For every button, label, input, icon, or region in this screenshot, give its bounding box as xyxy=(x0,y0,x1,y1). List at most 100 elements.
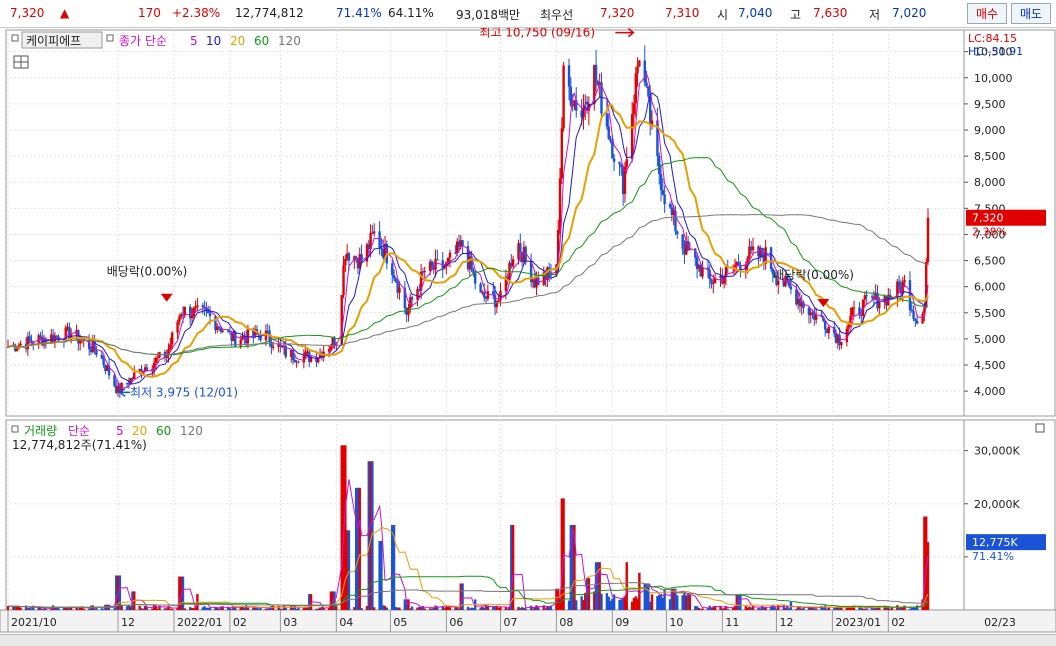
trade-volume: 12,774,812 xyxy=(235,6,304,20)
candle-body xyxy=(926,217,930,262)
candle-body xyxy=(133,372,136,379)
candle-body xyxy=(196,305,199,307)
candle-body xyxy=(908,280,912,310)
open-label: 시 xyxy=(717,8,729,22)
x-tick-label: 11 xyxy=(725,616,739,629)
volume-current-label: 12,774,812주(71.41%) xyxy=(12,438,147,452)
legend-box-icon xyxy=(11,425,19,433)
high-label: 고 xyxy=(790,8,802,22)
candle-body xyxy=(865,295,868,297)
candle-body xyxy=(217,326,221,328)
volume-bar xyxy=(19,607,22,610)
x-tick-label: 10 xyxy=(669,616,683,629)
y-tick-label: 8,000 xyxy=(974,176,1006,189)
y-tick-label: 4,000 xyxy=(974,385,1006,398)
candle-body xyxy=(39,335,42,337)
candle-body xyxy=(495,301,499,308)
stock-chart[interactable]: 2021/10 12 2022/01 02 03 04 05 06 07 08 09 10 11 12 20… xyxy=(0,28,1056,634)
candle-body xyxy=(342,265,345,296)
volume-bar xyxy=(600,593,603,610)
high-price: 7,630 xyxy=(813,6,848,20)
x-tick-label: 08 xyxy=(559,616,573,629)
volume-bar xyxy=(625,562,628,610)
candle-body xyxy=(712,283,715,285)
candle-body xyxy=(668,204,672,208)
volume-bar xyxy=(120,605,123,610)
legend-box-icon xyxy=(11,34,19,42)
up-arrow-icon: ▲ xyxy=(60,6,70,20)
volume-bar xyxy=(537,607,540,610)
ma-period-label: 10 xyxy=(206,34,221,48)
buy-button[interactable]: 매수 xyxy=(967,3,1007,24)
vol-ma-period-label: 60 xyxy=(156,424,171,438)
candle-body xyxy=(398,287,401,293)
vol-tick-label: 20,000K xyxy=(974,498,1020,511)
current-price: 7,320 xyxy=(10,6,45,20)
volume-bar xyxy=(44,608,48,610)
x-tick-label: 2021/10 xyxy=(11,616,57,629)
volume-bar xyxy=(587,578,591,610)
candle-body xyxy=(394,278,398,282)
candle-body xyxy=(15,348,19,351)
candle-body xyxy=(327,349,331,352)
volume-bar xyxy=(208,607,212,610)
candle-body xyxy=(636,66,639,74)
candle-body xyxy=(647,86,650,97)
x-tick-label: 07 xyxy=(503,616,517,629)
x-tick-label: 2022/01 xyxy=(177,616,223,629)
candle-body xyxy=(852,307,856,309)
candle-body xyxy=(479,283,482,293)
volume-bar xyxy=(865,608,868,610)
candle-body xyxy=(416,289,419,300)
volume-bar xyxy=(827,607,830,610)
lc-label: LC:84.15 xyxy=(968,32,1017,45)
bid-price: 7,310 xyxy=(665,6,700,20)
vol-ma-period-label: 120 xyxy=(180,424,203,438)
chart-scrollbar[interactable] xyxy=(0,634,1056,646)
volume-bar xyxy=(410,606,414,610)
volume-bar xyxy=(915,605,919,610)
best-quote-label: 최우선 xyxy=(540,8,574,22)
candle-body xyxy=(372,231,376,234)
candle-body xyxy=(789,286,793,290)
volume-bar xyxy=(575,600,578,610)
price-panel-frame xyxy=(5,29,965,417)
candle-body xyxy=(609,138,612,142)
candle-body xyxy=(246,328,250,344)
candle-body xyxy=(849,315,852,324)
volume-bar xyxy=(380,540,383,610)
candle-body xyxy=(239,339,242,347)
ma-period-label: 5 xyxy=(190,34,198,48)
candle-body xyxy=(430,261,434,266)
x-tick-label: 04 xyxy=(339,616,353,629)
x-tick-label: 12 xyxy=(779,616,793,629)
candle-body xyxy=(208,312,212,317)
volume-panel-frame xyxy=(5,419,965,611)
change-percent: +2.38% xyxy=(172,6,221,20)
candle-body xyxy=(194,306,197,309)
candle-body xyxy=(221,330,224,332)
dividend-annotation: 배당락(0.00%) xyxy=(773,268,854,282)
candle-body xyxy=(605,113,609,127)
candle-body xyxy=(607,126,610,139)
vol-tick-label: 30,000K xyxy=(974,445,1020,458)
volume-bar xyxy=(701,608,704,610)
volume-bar xyxy=(926,542,930,610)
candle-body xyxy=(347,253,351,261)
candle-body xyxy=(845,328,849,343)
sell-button[interactable]: 매도 xyxy=(1011,3,1051,24)
candle-body xyxy=(511,259,515,267)
hc-label: HC:-31.91 xyxy=(968,45,1023,58)
candle-body xyxy=(594,64,598,82)
volume-bar xyxy=(423,608,426,610)
candle-body xyxy=(638,60,641,67)
candle-body xyxy=(378,231,381,249)
candle-body xyxy=(840,342,843,346)
y-tick-label: 5,500 xyxy=(974,307,1006,320)
volume-bar xyxy=(676,595,679,610)
low-annotation: 최저 3,975 (12/01) xyxy=(130,385,238,399)
volume-bar xyxy=(511,525,515,610)
volume-bar xyxy=(82,608,85,610)
candle-body xyxy=(625,159,628,167)
candle-body xyxy=(410,297,414,300)
